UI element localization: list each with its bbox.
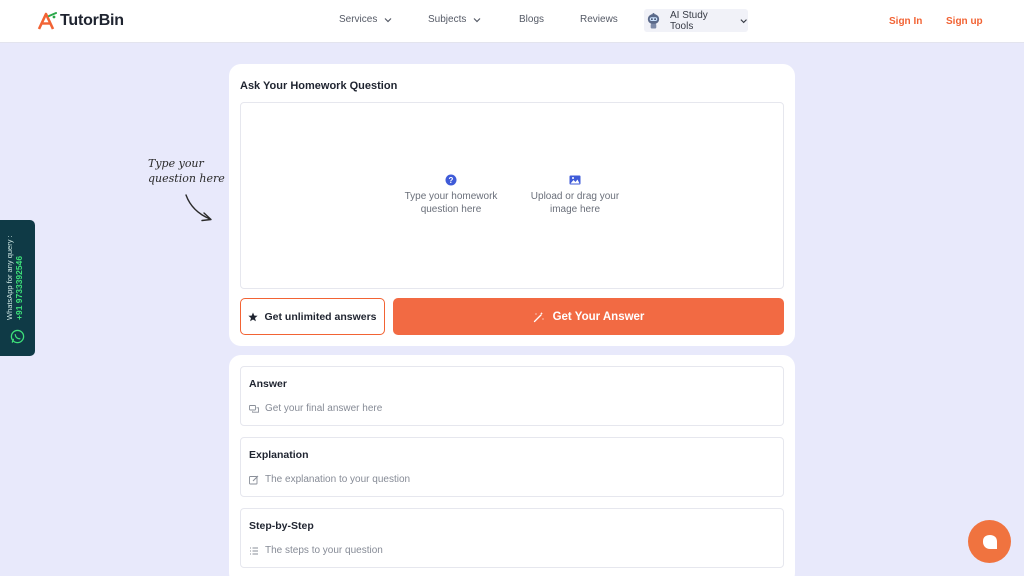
question-card: Ask Your Homework Question ? Type your h… xyxy=(229,64,795,346)
type-question-label: Type your homework question here xyxy=(404,191,498,215)
chat-icon xyxy=(249,404,259,413)
list-icon xyxy=(250,547,258,554)
chevron-down-icon xyxy=(473,17,481,22)
nav-blogs-label: Blogs xyxy=(519,14,545,25)
chat-launcher-button[interactable] xyxy=(968,520,1011,563)
nav-blogs[interactable]: Blogs xyxy=(519,14,544,25)
nav-subjects[interactable]: Subjects xyxy=(428,14,482,25)
nav-reviews-label: Reviews xyxy=(580,14,618,25)
results-card: Answer Get your final answer here Explan… xyxy=(229,355,795,576)
image-icon xyxy=(569,175,581,185)
answer-title: Answer xyxy=(249,378,287,390)
question-card-title: Ask Your Homework Question xyxy=(240,80,398,92)
chat-bubble-icon xyxy=(982,534,997,549)
whatsapp-phone: +91 9733392546 xyxy=(14,255,24,320)
step-by-step-title: Step-by-Step xyxy=(249,520,314,532)
brand-name: TutorBin xyxy=(60,12,124,29)
answer-section: Answer Get your final answer here xyxy=(240,366,784,426)
robot-icon xyxy=(647,12,660,28)
whatsapp-side-tab[interactable]: WhatsApp for any query : +91 9733392546 xyxy=(0,220,35,356)
nav-services-label: Services xyxy=(339,14,378,25)
edit-icon xyxy=(249,475,259,484)
get-your-answer-label: Get Your Answer xyxy=(552,310,645,323)
get-unlimited-answers-button[interactable]: Get unlimited answers xyxy=(240,298,385,335)
svg-text:?: ? xyxy=(449,176,454,185)
nav-subjects-label: Subjects xyxy=(428,14,467,25)
explanation-title: Explanation xyxy=(249,449,309,461)
whatsapp-label: WhatsApp for any query : xyxy=(5,235,14,320)
sign-up-link[interactable]: Sign up xyxy=(946,16,983,27)
get-unlimited-answers-label: Get unlimited answers xyxy=(264,310,377,323)
answer-placeholder-text: Get your final answer here xyxy=(265,403,383,414)
explanation-section: Explanation The explanation to your ques… xyxy=(240,437,784,497)
step-by-step-placeholder: The steps to your question xyxy=(249,545,383,556)
hint-line-2: question here xyxy=(148,172,225,185)
answer-placeholder: Get your final answer here xyxy=(249,403,382,414)
type-question-option[interactable]: ? Type your homework question here xyxy=(399,174,503,216)
chevron-down-icon xyxy=(740,18,747,23)
nav-ai-study-tools[interactable]: AI Study Tools xyxy=(644,9,748,32)
hint-line-1: Type your xyxy=(148,157,204,170)
tutorbin-logo-icon xyxy=(37,12,57,30)
sign-in-link[interactable]: Sign In xyxy=(889,16,922,27)
whatsapp-text: WhatsApp for any query : +91 9733392546 xyxy=(5,225,24,320)
nav-services[interactable]: Services xyxy=(339,14,393,25)
star-icon xyxy=(248,312,259,321)
explanation-placeholder-text: The explanation to your question xyxy=(265,474,411,485)
nav-ai-tools-label: AI Study Tools xyxy=(669,9,708,32)
top-navbar: TutorBin Services Subjects Blogs Reviews… xyxy=(0,0,1024,43)
step-by-step-placeholder-text: The steps to your question xyxy=(265,545,383,556)
upload-image-label: Upload or drag your image here xyxy=(530,191,620,215)
explanation-placeholder: The explanation to your question xyxy=(249,474,410,485)
step-by-step-section: Step-by-Step The steps to your question xyxy=(240,508,784,568)
curved-arrow-icon xyxy=(185,194,212,222)
brand-logo[interactable]: TutorBin xyxy=(37,11,124,31)
whatsapp-icon xyxy=(10,329,25,344)
upload-image-option[interactable]: Upload or drag your image here xyxy=(523,174,627,216)
magic-wand-icon xyxy=(533,311,544,322)
chevron-down-icon xyxy=(384,17,392,22)
type-question-hint: Type your question here xyxy=(148,156,225,186)
nav-reviews[interactable]: Reviews xyxy=(580,14,618,25)
question-input-area[interactable]: ? Type your homework question here Uploa… xyxy=(240,102,784,289)
question-mark-icon: ? xyxy=(445,174,457,186)
get-your-answer-button[interactable]: Get Your Answer xyxy=(393,298,784,335)
